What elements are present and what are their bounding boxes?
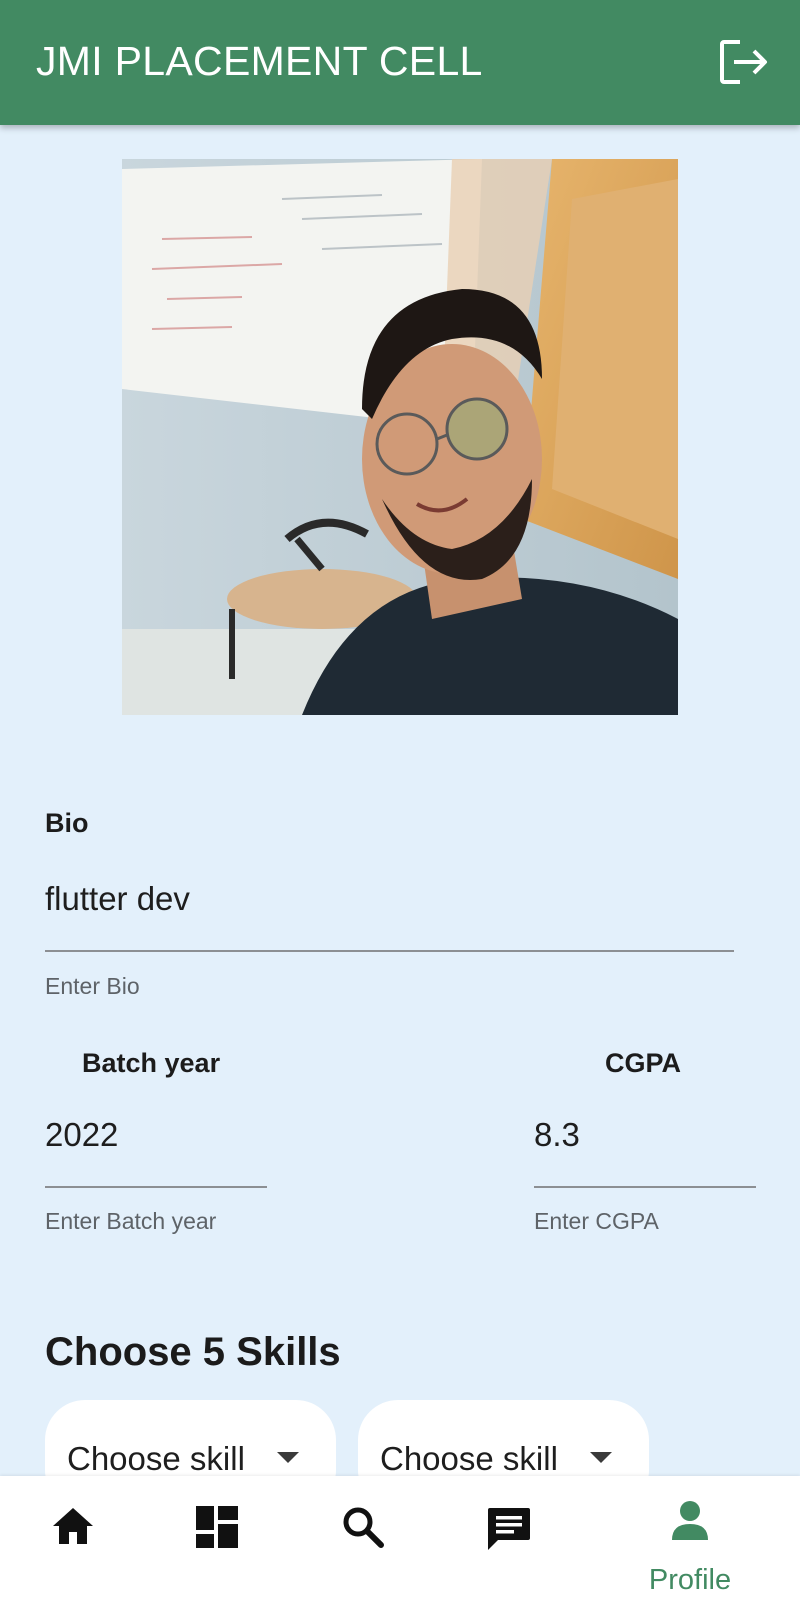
logout-button[interactable] (718, 38, 772, 86)
dropdown-arrow-icon (590, 1452, 612, 1463)
batch-year-underline (45, 1186, 267, 1188)
nav-item-messages[interactable] (453, 1476, 563, 1600)
app-title: JMI PLACEMENT CELL (36, 38, 483, 84)
bio-label: Bio (45, 808, 89, 838)
bottom-navigation-bar: Profile (0, 1476, 800, 1600)
batch-year-helper-text: Enter Batch year (45, 1208, 217, 1234)
chat-icon (488, 1508, 530, 1550)
bio-underline (45, 950, 734, 952)
cgpa-label: CGPA (605, 1048, 682, 1078)
profile-photo-illustration (122, 159, 678, 715)
nav-item-dashboard[interactable] (163, 1476, 273, 1600)
logout-icon (720, 40, 767, 84)
app-bar: JMI PLACEMENT CELL (0, 0, 800, 125)
cgpa-underline (534, 1186, 756, 1188)
cgpa-helper-text: Enter CGPA (534, 1208, 659, 1234)
nav-item-search[interactable] (308, 1476, 418, 1600)
home-icon (53, 1508, 93, 1544)
skills-section-title: Choose 5 Skills (45, 1330, 341, 1374)
skill-dropdown-label: Choose skill (380, 1440, 558, 1477)
search-icon (343, 1507, 384, 1548)
nav-item-profile[interactable]: Profile (635, 1476, 745, 1600)
dashboard-icon (196, 1506, 238, 1548)
dropdown-arrow-icon (277, 1452, 299, 1463)
bio-input[interactable]: flutter dev (45, 880, 190, 918)
cgpa-input[interactable]: 8.3 (534, 1116, 580, 1154)
nav-label-profile: Profile (648, 1564, 732, 1596)
batch-year-label: Batch year (82, 1048, 221, 1078)
bio-helper-text: Enter Bio (45, 973, 140, 999)
nav-item-home[interactable] (18, 1476, 128, 1600)
batch-year-input[interactable]: 2022 (45, 1116, 118, 1154)
skill-dropdown-label: Choose skill (67, 1440, 245, 1477)
profile-photo[interactable] (122, 159, 678, 715)
person-icon (672, 1501, 708, 1540)
